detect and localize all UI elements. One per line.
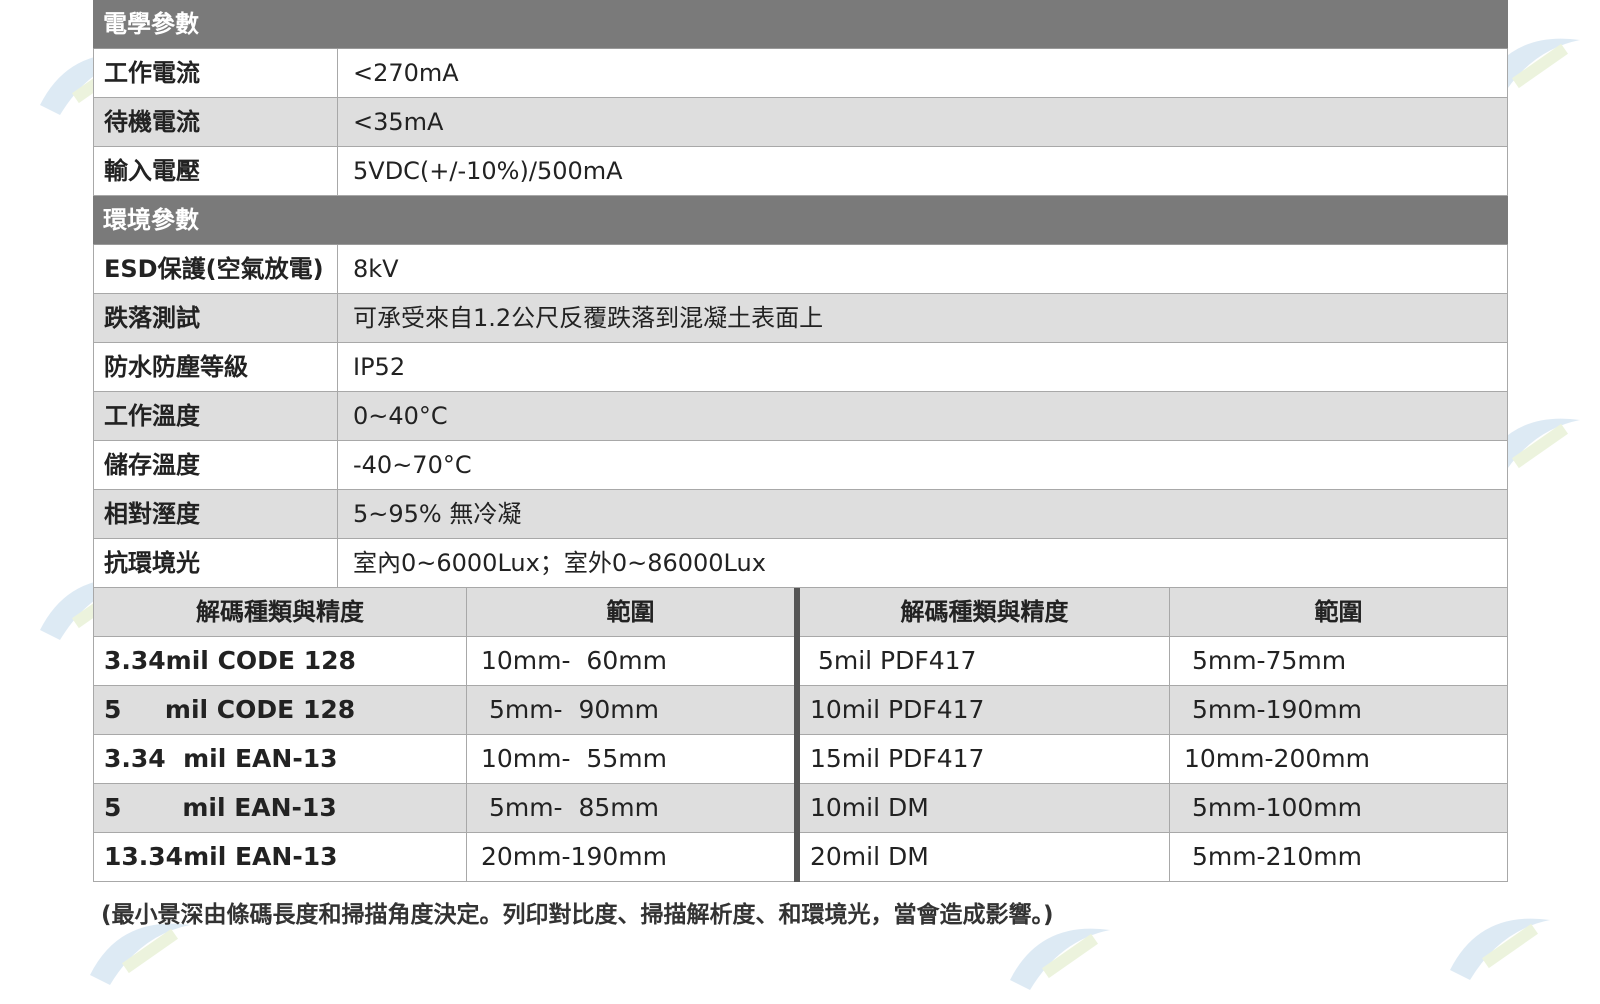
spec-value: -40~70°C [338,441,1508,489]
column-header-range: 範圍 [1170,588,1508,636]
watermark-logo [1440,900,1560,990]
spec-label: 工作溫度 [93,392,338,440]
spec-label: 相對溼度 [93,490,338,538]
spec-row: 儲存溫度 -40~70°C [93,441,1508,490]
decode-row: 15mil PDF417 10mm-200mm [800,735,1508,784]
decode-type: 20mil DM [800,833,1170,881]
decode-table: 解碼種類與精度 範圍 3.34mil CODE 128 10mm- 60mm 5… [93,588,1508,882]
spec-value: 5~95% 無冷凝 [338,490,1508,538]
spec-value: 可承受來自1.2公尺反覆跌落到混凝土表面上 [338,294,1508,342]
decode-range: 10mm-200mm [1170,735,1508,783]
decode-type: 10mil DM [800,784,1170,832]
decode-row: 10mil PDF417 5mm-190mm [800,686,1508,735]
spec-table: 電學參數 工作電流 <270mA 待機電流 <35mA 輸入電壓 5VDC(+/… [93,0,1508,882]
decode-type: 15mil PDF417 [800,735,1170,783]
spec-value: 5VDC(+/-10%)/500mA [338,147,1508,195]
spec-row: 防水防塵等級 IP52 [93,343,1508,392]
spec-value: IP52 [338,343,1508,391]
decode-row: 5 mil EAN-13 5mm- 85mm [93,784,795,833]
spec-value: 室內0~6000Lux；室外0~86000Lux [338,539,1508,587]
spec-row: 工作溫度 0~40°C [93,392,1508,441]
spec-label: 輸入電壓 [93,147,338,195]
decode-range: 5mm- 90mm [481,695,659,724]
decode-table-left: 解碼種類與精度 範圍 3.34mil CODE 128 10mm- 60mm 5… [93,588,795,882]
column-header-type: 解碼種類與精度 [93,588,467,636]
decode-range: 10mm- 60mm [481,646,667,675]
decode-row: 20mil DM 5mm-210mm [800,833,1508,882]
decode-row: 3.34mil CODE 128 10mm- 60mm [93,637,795,686]
decode-type: 5 mil CODE 128 [93,686,467,734]
decode-type: 10mil PDF417 [800,686,1170,734]
spec-row: 跌落測試 可承受來自1.2公尺反覆跌落到混凝土表面上 [93,294,1508,343]
decode-range: 5mm-100mm [1170,784,1508,832]
decode-row: 5mil PDF417 5mm-75mm [800,637,1508,686]
decode-range: 20mm-190mm [481,842,667,871]
column-header-type: 解碼種類與精度 [800,588,1170,636]
decode-header-row: 解碼種類與精度 範圍 [93,588,795,637]
spec-label: 待機電流 [93,98,338,146]
spec-label: 抗環境光 [93,539,338,587]
section-header-environment: 環境參數 [93,196,1508,245]
section-header-electrical: 電學參數 [93,0,1508,49]
spec-value: 0~40°C [338,392,1508,440]
spec-label: 防水防塵等級 [93,343,338,391]
decode-row: 3.34 mil EAN-13 10mm- 55mm [93,735,795,784]
spec-row: 抗環境光 室內0~6000Lux；室外0~86000Lux [93,539,1508,588]
spec-row: 工作電流 <270mA [93,49,1508,98]
decode-range: 5mm-210mm [1170,833,1508,881]
spec-row: ESD保護(空氣放電) 8kV [93,245,1508,294]
decode-type: 3.34mil CODE 128 [93,637,467,685]
decode-type: 13.34mil EAN-13 [93,833,467,881]
decode-row: 13.34mil EAN-13 20mm-190mm [93,833,795,882]
decode-range: 10mm- 55mm [481,744,667,773]
spec-value: 8kV [338,245,1508,293]
column-header-range: 範圍 [606,598,655,626]
spec-row: 輸入電壓 5VDC(+/-10%)/500mA [93,147,1508,196]
spec-row: 相對溼度 5~95% 無冷凝 [93,490,1508,539]
decode-range: 5mm- 85mm [481,793,659,822]
spec-row: 待機電流 <35mA [93,98,1508,147]
decode-table-right: 解碼種類與精度 範圍 5mil PDF417 5mm-75mm 10mil PD… [800,588,1508,882]
decode-header-row: 解碼種類與精度 範圍 [800,588,1508,637]
decode-type: 5 mil EAN-13 [93,784,467,832]
spec-value: <270mA [338,49,1508,97]
spec-label: 儲存溫度 [93,441,338,489]
spec-label: 工作電流 [93,49,338,97]
spec-label: ESD保護(空氣放電) [93,245,338,293]
decode-range: 5mm-75mm [1170,637,1508,685]
decode-type: 5mil PDF417 [800,637,1170,685]
footnote: (最小景深由條碼長度和掃描角度決定。列印對比度、掃描解析度、和環境光，當會造成影… [101,902,1054,928]
decode-row: 5 mil CODE 128 5mm- 90mm [93,686,795,735]
decode-range: 5mm-190mm [1170,686,1508,734]
spec-label: 跌落測試 [93,294,338,342]
spec-value: <35mA [338,98,1508,146]
decode-type: 3.34 mil EAN-13 [93,735,467,783]
decode-row: 10mil DM 5mm-100mm [800,784,1508,833]
